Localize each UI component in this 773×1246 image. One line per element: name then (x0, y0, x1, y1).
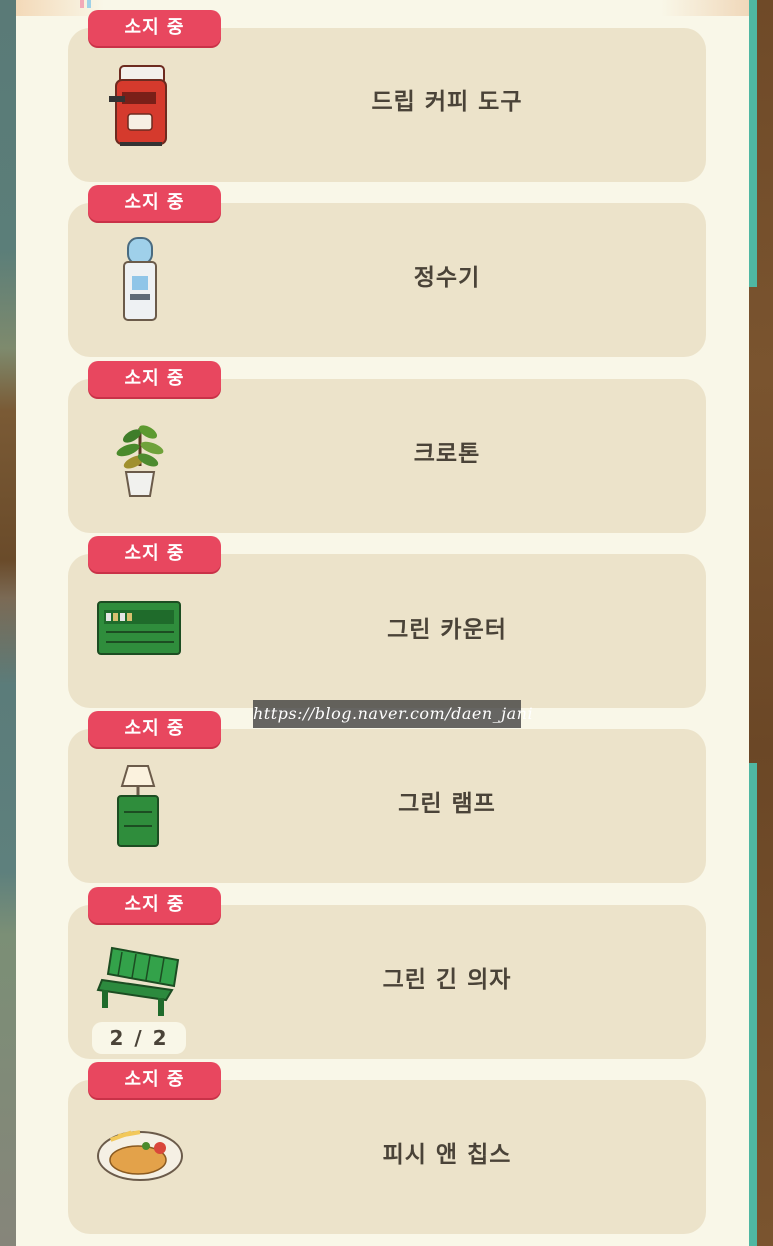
owned-badge: 소지 중 (88, 536, 221, 572)
green-bench-icon (96, 946, 180, 1016)
green-lamp-icon (117, 765, 159, 847)
owned-badge: 소지 중 (88, 1062, 221, 1098)
fish-and-chips-icon (97, 1130, 183, 1181)
item-name: 그린 카운터 (387, 617, 507, 643)
owned-badge: 소지 중 (88, 887, 221, 923)
item-name: 그린 긴 의자 (382, 967, 512, 993)
item-name: 드립 커피 도구 (371, 89, 523, 115)
scroll-accent-top (749, 0, 757, 287)
item-name: 그린 램프 (398, 791, 496, 817)
item-name: 크로톤 (413, 441, 481, 467)
quantity-count: 2 / 2 (92, 1022, 186, 1054)
item-name: 피시 앤 칩스 (382, 1142, 512, 1168)
watermark: https://blog.naver.com/daen_jani (253, 700, 533, 728)
owned-badge: 소지 중 (88, 711, 221, 747)
owned-badge: 소지 중 (88, 10, 221, 46)
owned-badge: 소지 중 (88, 185, 221, 221)
water-dispenser-icon (123, 237, 157, 321)
espresso-machine-icon (109, 65, 167, 146)
partial-item-icon (80, 0, 91, 8)
green-counter-icon (97, 601, 181, 655)
potted-plant-icon (116, 425, 164, 497)
scrollbar[interactable] (749, 763, 757, 1246)
owned-badge: 소지 중 (88, 361, 221, 397)
background-left-scenery (0, 0, 16, 1246)
item-name: 정수기 (413, 265, 481, 291)
